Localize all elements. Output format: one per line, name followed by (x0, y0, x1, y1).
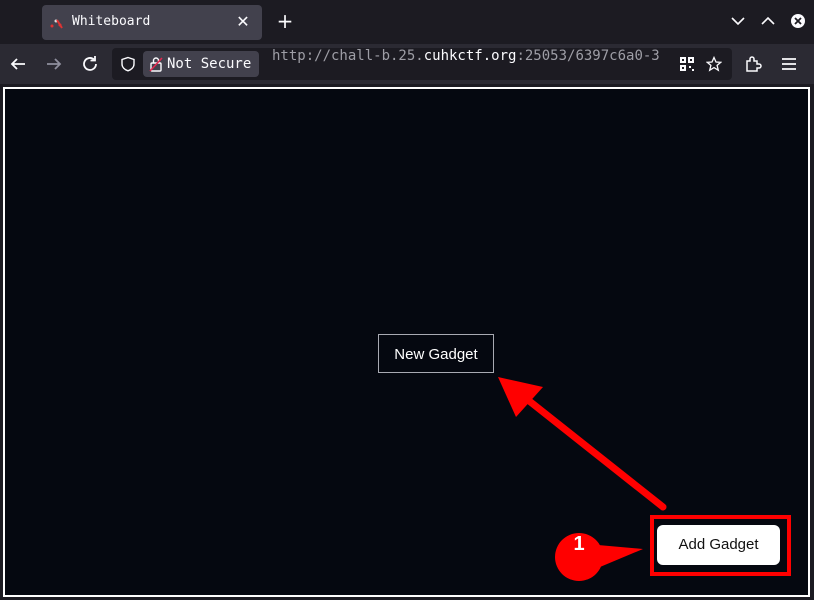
whiteboard-canvas[interactable]: New Gadget Add Gadget (3, 87, 810, 597)
menu-icon[interactable] (779, 54, 799, 74)
new-tab-icon[interactable]: + (274, 10, 296, 32)
close-tab-icon[interactable]: ✕ (232, 11, 254, 33)
tab-title: Whiteboard (72, 14, 151, 29)
url-bar[interactable]: Not Secure http://chall-b.25.cuhkctf.org… (112, 48, 732, 80)
url-host: cuhkctf.org (423, 48, 517, 64)
bookmark-star-icon[interactable] (706, 56, 722, 72)
tab-favicon-icon (50, 19, 63, 29)
reload-icon[interactable] (78, 52, 102, 76)
url-path: :25053/6397c6a0-3 (516, 48, 660, 64)
new-gadget-box[interactable]: New Gadget (378, 334, 494, 373)
url-text[interactable]: http://chall-b.25.cuhkctf.org:25053/6397… (272, 48, 668, 80)
tab-whiteboard[interactable]: Whiteboard ✕ (42, 5, 262, 40)
add-gadget-button[interactable]: Add Gadget (657, 525, 780, 565)
qr-code-icon[interactable] (679, 56, 695, 72)
shield-icon[interactable] (120, 56, 136, 72)
chevron-down-icon[interactable] (728, 11, 748, 31)
lock-icon (149, 57, 163, 72)
back-arrow-icon[interactable] (6, 52, 30, 76)
not-secure-label: Not Secure (167, 56, 252, 72)
url-scheme: http://chall-b.25. (272, 48, 424, 64)
close-window-icon[interactable] (788, 11, 808, 31)
step-number: 1 (573, 533, 585, 555)
nav-toolbar: Not Secure http://chall-b.25.cuhkctf.org… (0, 44, 814, 84)
chevron-up-icon[interactable] (758, 11, 778, 31)
not-secure-badge[interactable]: Not Secure (143, 51, 260, 77)
forward-arrow-icon[interactable] (42, 52, 66, 76)
extensions-icon[interactable] (743, 54, 763, 74)
tab-strip: Whiteboard ✕ + (0, 0, 814, 44)
